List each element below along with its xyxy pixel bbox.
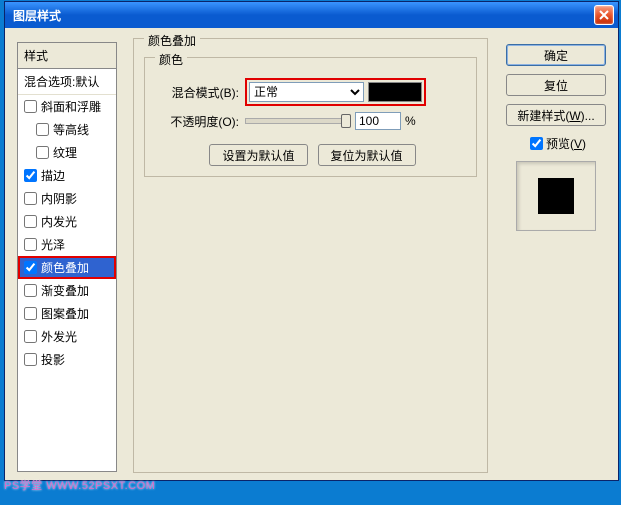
preview-label: 预览(V) xyxy=(546,135,586,152)
style-label: 斜面和浮雕 xyxy=(41,98,101,115)
color-group: 颜色 混合模式(B): 正常 不透明度(O): % xyxy=(144,57,477,177)
style-label: 光泽 xyxy=(41,236,65,253)
style-checkbox[interactable] xyxy=(24,169,37,182)
style-item-8[interactable]: 渐变叠加 xyxy=(18,279,116,302)
blend-options-item[interactable]: 混合选项:默认 xyxy=(18,69,116,95)
blend-mode-label: 混合模式(B): xyxy=(159,84,239,101)
style-label: 外发光 xyxy=(41,328,77,345)
reset-default-button[interactable]: 复位为默认值 xyxy=(318,144,416,166)
style-label: 图案叠加 xyxy=(41,305,89,322)
opacity-slider[interactable] xyxy=(245,118,347,124)
main-group-title: 颜色叠加 xyxy=(144,32,200,49)
inner-group-title: 颜色 xyxy=(155,51,187,68)
slider-thumb[interactable] xyxy=(341,114,351,128)
style-checkbox[interactable] xyxy=(24,261,37,274)
preview-checkbox[interactable] xyxy=(530,137,543,150)
layer-style-dialog: 图层样式 样式 混合选项:默认 斜面和浮雕等高线纹理描边内阴影内发光光泽颜色叠加… xyxy=(4,1,619,481)
style-item-5[interactable]: 内发光 xyxy=(18,210,116,233)
style-label: 颜色叠加 xyxy=(41,259,89,276)
style-item-9[interactable]: 图案叠加 xyxy=(18,302,116,325)
titlebar: 图层样式 xyxy=(5,2,618,28)
style-item-10[interactable]: 外发光 xyxy=(18,325,116,348)
style-item-4[interactable]: 内阴影 xyxy=(18,187,116,210)
main-panel: 颜色叠加 颜色 混合模式(B): 正常 不透明度(O): xyxy=(133,38,488,473)
color-swatch[interactable] xyxy=(368,82,422,102)
style-item-2[interactable]: 纹理 xyxy=(18,141,116,164)
style-label: 内阴影 xyxy=(41,190,77,207)
preview-box xyxy=(516,161,596,231)
style-item-11[interactable]: 投影 xyxy=(18,348,116,371)
blend-mode-highlight: 正常 xyxy=(245,78,426,106)
style-checkbox[interactable] xyxy=(24,100,37,113)
style-checkbox[interactable] xyxy=(24,330,37,343)
watermark: PS学堂 WWW.52PSXT.COM xyxy=(4,477,155,493)
blend-mode-select[interactable]: 正常 xyxy=(249,82,364,102)
style-item-0[interactable]: 斜面和浮雕 xyxy=(18,95,116,118)
style-checkbox[interactable] xyxy=(24,192,37,205)
style-item-3[interactable]: 描边 xyxy=(18,164,116,187)
style-checkbox[interactable] xyxy=(24,353,37,366)
dialog-body: 样式 混合选项:默认 斜面和浮雕等高线纹理描边内阴影内发光光泽颜色叠加渐变叠加图… xyxy=(5,28,618,480)
style-checkbox[interactable] xyxy=(36,146,49,159)
style-checkbox[interactable] xyxy=(24,238,37,251)
preview-swatch xyxy=(538,178,574,214)
window-title: 图层样式 xyxy=(13,7,594,24)
new-style-button[interactable]: 新建样式(W)... xyxy=(506,104,606,126)
styles-header: 样式 xyxy=(18,43,116,69)
opacity-label: 不透明度(O): xyxy=(159,113,239,130)
cancel-button[interactable]: 复位 xyxy=(506,74,606,96)
style-label: 等高线 xyxy=(53,121,89,138)
style-label: 纹理 xyxy=(53,144,77,161)
make-default-button[interactable]: 设置为默认值 xyxy=(209,144,307,166)
style-label: 渐变叠加 xyxy=(41,282,89,299)
style-checkbox[interactable] xyxy=(24,284,37,297)
opacity-input[interactable] xyxy=(355,112,401,130)
style-checkbox[interactable] xyxy=(36,123,49,136)
close-button[interactable] xyxy=(594,5,614,25)
style-label: 描边 xyxy=(41,167,65,184)
styles-panel: 样式 混合选项:默认 斜面和浮雕等高线纹理描边内阴影内发光光泽颜色叠加渐变叠加图… xyxy=(17,42,117,472)
style-item-6[interactable]: 光泽 xyxy=(18,233,116,256)
style-item-1[interactable]: 等高线 xyxy=(18,118,116,141)
style-item-7[interactable]: 颜色叠加 xyxy=(18,256,116,279)
style-label: 内发光 xyxy=(41,213,77,230)
style-checkbox[interactable] xyxy=(24,215,37,228)
style-label: 投影 xyxy=(41,351,65,368)
ok-button[interactable]: 确定 xyxy=(506,44,606,66)
opacity-suffix: % xyxy=(405,114,416,128)
right-panel: 确定 复位 新建样式(W)... 预览(V) xyxy=(506,44,606,231)
style-checkbox[interactable] xyxy=(24,307,37,320)
